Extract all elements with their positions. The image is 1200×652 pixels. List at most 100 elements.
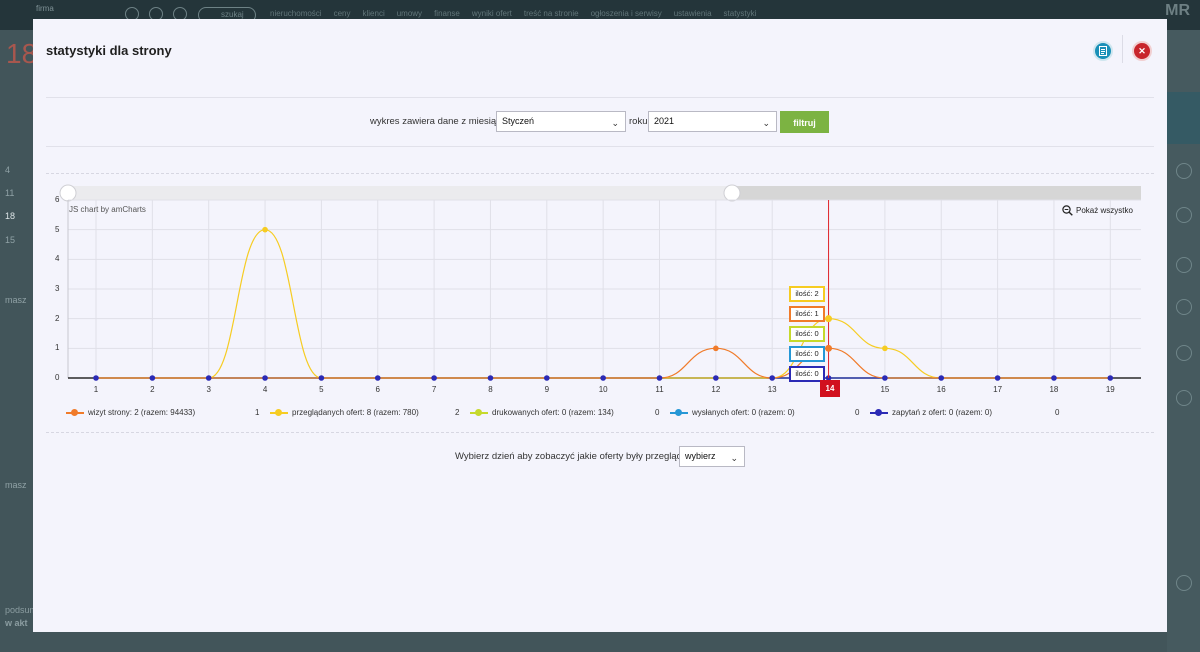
data-point[interactable] — [656, 375, 663, 381]
data-point[interactable] — [93, 375, 99, 381]
x-tick-label: 3 — [206, 385, 211, 394]
y-tick-label: 5 — [55, 224, 60, 234]
legend-label: wysłanych ofert: 0 (razem: 0) — [692, 408, 795, 417]
chart-credit: JS chart by amCharts — [69, 205, 146, 214]
x-tick-label: 1 — [93, 385, 99, 394]
y-tick-label: 6 — [55, 195, 60, 204]
x-tick-label: 11 — [655, 385, 664, 394]
bg-side-text: masz — [5, 480, 27, 490]
data-point[interactable] — [205, 375, 212, 381]
app-brand: firma — [36, 4, 54, 13]
data-point[interactable] — [318, 375, 325, 381]
data-point[interactable] — [262, 375, 268, 381]
legend-label: drukowanych ofert: 0 (razem: 134) — [492, 408, 614, 417]
legend-item-drukowane[interactable]: drukowanych ofert: 0 (razem: 134) — [470, 408, 614, 417]
chart-scrollbar-range[interactable] — [68, 186, 732, 200]
company-logo: MR — [1165, 2, 1190, 19]
check-icon[interactable] — [1176, 257, 1192, 273]
zoom-out-icon — [1062, 205, 1073, 216]
legend-value: 1 — [255, 408, 260, 417]
y-tick-label: 3 — [55, 284, 60, 293]
bg-side-text: 18 — [5, 211, 16, 221]
y-tick-label: 2 — [55, 313, 60, 323]
x-tick-label: 4 — [262, 385, 268, 394]
x-tick-label: 6 — [375, 385, 380, 394]
legend-item-wyslane[interactable]: wysłanych ofert: 0 (razem: 0) — [670, 408, 795, 417]
show-all-label: Pokaż wszystko — [1076, 206, 1133, 215]
y-tick-label: 0 — [55, 373, 60, 382]
x-tick-label: 12 — [711, 385, 721, 394]
legend-label: przeglądanych ofert: 8 (razem: 780) — [292, 408, 419, 417]
data-point[interactable] — [374, 375, 381, 381]
x-tick-label: 7 — [431, 385, 437, 394]
legend-value: 2 — [455, 408, 460, 417]
x-tick-label: 10 — [598, 385, 608, 394]
data-point[interactable] — [487, 375, 494, 381]
legend-label: zapytań z ofert: 0 (razem: 0) — [892, 408, 993, 417]
bg-side-text: 4 — [5, 165, 11, 175]
bg-footer-text: w akt — [5, 618, 28, 628]
check-icon[interactable] — [1176, 163, 1192, 179]
data-point[interactable] — [149, 375, 156, 381]
scrollbar-grip-left[interactable] — [59, 184, 77, 202]
cursor-point — [825, 344, 833, 352]
day-select-value: wybierz — [685, 451, 716, 461]
x-tick-label: 17 — [993, 385, 1003, 394]
bg-footer-text: podsumowanie — [0, 605, 66, 615]
data-point[interactable] — [938, 375, 945, 381]
legend-item-wizyty[interactable]: wizyt strony: 2 (razem: 94433) — [66, 408, 195, 417]
tooltip-drukowane: ilość: 0 — [789, 326, 825, 342]
data-point[interactable] — [769, 375, 775, 381]
scrollbar-grip-right[interactable] — [723, 184, 741, 202]
cursor-day-badge: 14 — [820, 380, 840, 397]
x-tick-label: 16 — [936, 385, 946, 394]
data-point[interactable] — [600, 375, 606, 381]
check-icon[interactable] — [1176, 299, 1192, 315]
legend-value: 0 — [1055, 408, 1060, 417]
data-point[interactable] — [713, 345, 719, 352]
data-point[interactable] — [431, 375, 437, 381]
data-point[interactable] — [262, 226, 268, 233]
app-sidebar — [0, 30, 33, 652]
data-point[interactable] — [1107, 375, 1114, 381]
data-point[interactable] — [882, 345, 888, 352]
x-tick-label: 19 — [1105, 385, 1115, 394]
x-tick-label: 13 — [767, 385, 777, 394]
x-tick-label: 5 — [319, 385, 324, 394]
x-tick-label: 2 — [150, 385, 155, 394]
legend-value: 0 — [655, 408, 660, 417]
data-point[interactable] — [882, 375, 888, 381]
show-all-button[interactable]: Pokaż wszystko — [1062, 205, 1133, 216]
legend-item-przegladane[interactable]: przeglądanych ofert: 8 (razem: 780) — [270, 408, 419, 417]
bg-right-header — [1167, 92, 1200, 144]
cursor-point — [825, 315, 833, 323]
check-icon[interactable] — [1176, 390, 1192, 406]
statistics-modal: statystyki dla strony ✕ wykres zawiera d… — [33, 19, 1167, 632]
day-select[interactable]: wybierz ⌄ — [679, 446, 745, 467]
data-point[interactable] — [713, 375, 719, 381]
legend-value: 0 — [855, 408, 860, 417]
x-tick-label: 18 — [1049, 385, 1059, 394]
bg-side-text: 15 — [5, 235, 16, 245]
check-icon[interactable] — [1176, 345, 1192, 361]
data-point[interactable] — [1051, 375, 1057, 381]
tooltip-przegladane: ilość: 2 — [789, 286, 825, 302]
legend-label: wizyt strony: 2 (razem: 94433) — [88, 408, 196, 417]
data-point[interactable] — [994, 375, 1001, 381]
y-tick-label: 4 — [55, 254, 60, 264]
x-tick-label: 9 — [544, 385, 550, 394]
stats-line-chart[interactable] — [33, 19, 1167, 419]
chevron-down-icon: ⌄ — [730, 453, 738, 463]
tooltip-wizyty: ilość: 1 — [789, 306, 825, 322]
tooltip-wyslane: ilość: 0 — [789, 346, 825, 362]
bg-side-text: 11 — [5, 188, 15, 198]
x-tick-label: 8 — [488, 385, 493, 394]
day-picker-label: Wybierz dzień aby zobaczyć jakie oferty … — [455, 451, 698, 462]
check-icon[interactable] — [1176, 575, 1192, 591]
x-tick-label: 15 — [880, 385, 890, 394]
legend-item-zapytania[interactable]: zapytań z ofert: 0 (razem: 0) — [870, 408, 992, 417]
bg-side-text: masz — [5, 295, 27, 305]
data-point[interactable] — [544, 375, 550, 381]
bg-bottom-strip — [33, 632, 1167, 652]
check-icon[interactable] — [1176, 207, 1192, 223]
